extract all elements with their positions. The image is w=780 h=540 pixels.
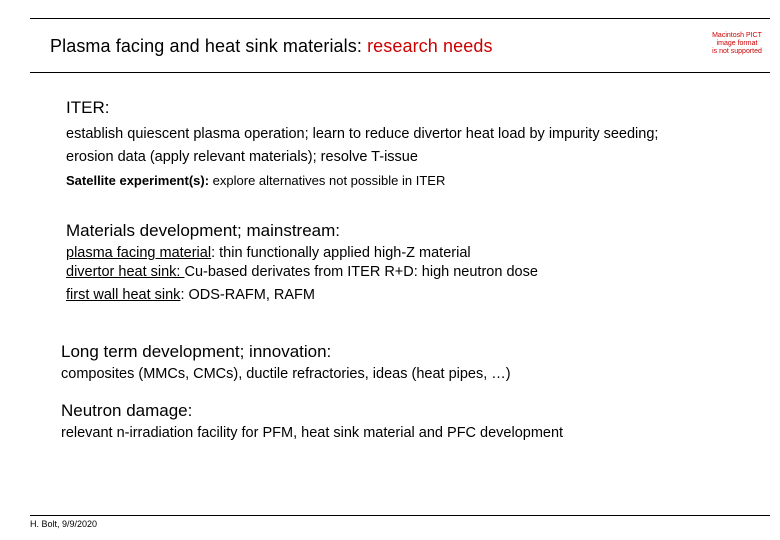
materials-term: plasma facing material	[66, 245, 212, 261]
materials-heading: Materials development; mainstream:	[66, 221, 341, 240]
iter-line-1: establish quiescent plasma operation; le…	[66, 126, 659, 142]
footer-rule	[30, 515, 770, 516]
iter-heading: ITER:	[66, 98, 110, 117]
materials-term: first wall heat sink	[66, 287, 181, 303]
title-rule	[30, 72, 770, 73]
long-term-heading: Long term development; innovation:	[61, 342, 332, 361]
materials-text: : ODS-RAFM, RAFM	[180, 287, 315, 303]
neutron-heading: Neutron damage:	[61, 401, 193, 420]
materials-item: divertor heat sink: Cu-based derivates f…	[66, 261, 538, 284]
pict-line: image format	[716, 40, 758, 47]
title-main: Plasma facing and heat sink materials:	[50, 36, 368, 56]
materials-text: Cu-based derivates from ITER R+D: high n…	[184, 264, 538, 280]
pict-line: Macintosh PICT	[712, 32, 762, 39]
materials-term: divertor heat sink:	[66, 264, 185, 280]
neutron-text: relevant n-irradiation facility for PFM,…	[61, 425, 564, 441]
satellite-text: explore alternatives not possible in ITE…	[209, 173, 446, 188]
long-term-text: composites (MMCs, CMCs), ductile refract…	[61, 366, 511, 382]
title-accent: research needs	[367, 36, 493, 56]
footer-author-date: H. Bolt, 9/9/2020	[30, 519, 98, 529]
page-title: Plasma facing and heat sink materials: r…	[50, 36, 493, 57]
pict-placeholder: Macintosh PICT image format is not suppo…	[705, 32, 769, 56]
materials-text: : thin functionally applied high-Z mater…	[211, 245, 471, 261]
top-rule	[30, 18, 770, 19]
pict-line: is not supported	[712, 48, 762, 55]
satellite-label: Satellite experiment(s):	[66, 173, 210, 188]
iter-line-2: erosion data (apply relevant materials);…	[66, 149, 418, 165]
materials-item: first wall heat sink: ODS-RAFM, RAFM	[66, 284, 315, 307]
satellite-line: Satellite experiment(s): explore alterna…	[66, 173, 445, 188]
